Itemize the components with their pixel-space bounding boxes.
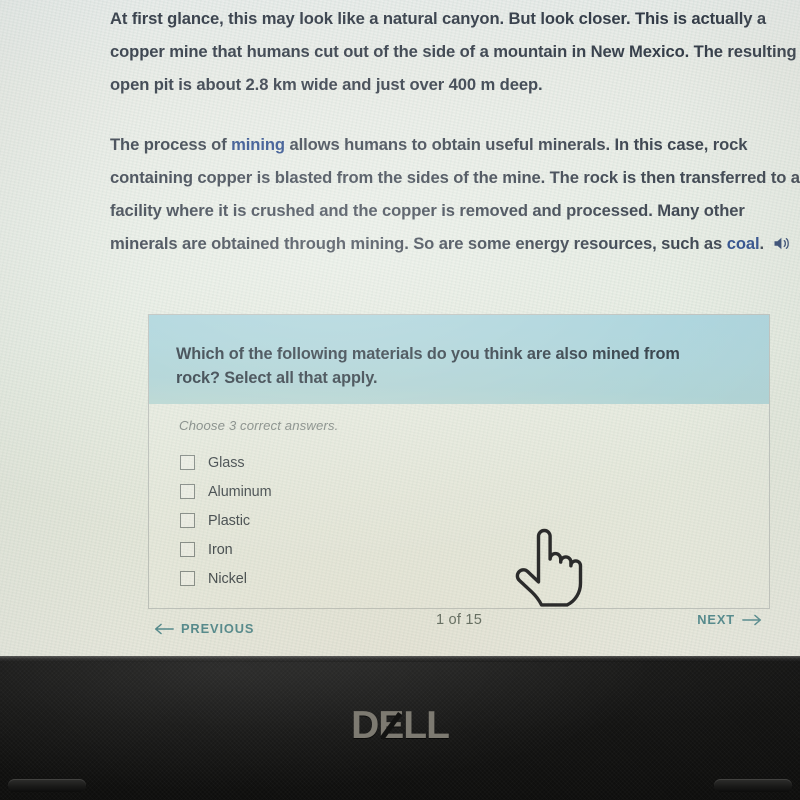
- answer-label-plastic: Plastic: [208, 512, 251, 529]
- answer-label-glass: Glass: [208, 454, 245, 471]
- glossary-link-mining[interactable]: mining: [231, 135, 285, 154]
- answer-option-aluminum[interactable]: Aluminum: [180, 477, 769, 506]
- answer-options-list: Glass Aluminum Plastic Iron Nickel: [180, 448, 769, 593]
- pointing-hand-cursor: [512, 524, 586, 608]
- question-prompt: Which of the following materials do you …: [176, 345, 680, 387]
- arrow-right-icon: [742, 613, 762, 627]
- article-text: At first glance, this may look like a na…: [110, 0, 800, 277]
- answer-label-nickel: Nickel: [208, 570, 247, 587]
- laptop-bezel: DELL: [0, 656, 800, 800]
- exercise-card-body: Choose 3 correct answers. Glass Aluminum…: [149, 404, 769, 608]
- dell-logo-e: E: [378, 704, 404, 747]
- answer-label-iron: Iron: [208, 541, 233, 558]
- answer-option-plastic[interactable]: Plastic: [180, 506, 769, 535]
- exercise-card-header: Which of the following materials do you …: [149, 315, 769, 404]
- article-paragraph-2: The process of mining allows humans to o…: [110, 128, 800, 260]
- exercise-navigation: PREVIOUS 1 of 15 NEXT: [148, 612, 770, 646]
- exercise-card: Which of the following materials do you …: [148, 314, 770, 609]
- answer-count-hint: Choose 3 correct answers.: [179, 418, 339, 433]
- article-paragraph-1: At first glance, this may look like a na…: [110, 9, 797, 94]
- checkbox-aluminum[interactable]: [180, 484, 195, 499]
- checkbox-nickel[interactable]: [180, 571, 195, 586]
- next-button-label: NEXT: [697, 612, 735, 627]
- answer-label-aluminum: Aluminum: [208, 483, 272, 500]
- checkbox-iron[interactable]: [180, 542, 195, 557]
- paragraph2-lead-text: The process of: [110, 135, 232, 154]
- glossary-link-coal[interactable]: coal: [727, 234, 760, 253]
- speaker-icon[interactable]: [773, 229, 791, 250]
- dell-brand-logo: DELL: [0, 704, 800, 748]
- screenshot-root: At first glance, this may look like a na…: [0, 0, 800, 800]
- answer-option-iron[interactable]: Iron: [180, 535, 769, 564]
- checkbox-glass[interactable]: [180, 455, 195, 470]
- answer-option-glass[interactable]: Glass: [180, 448, 769, 477]
- bezel-hinge-left: [8, 779, 86, 792]
- pagination-indicator: 1 of 15: [435, 612, 483, 628]
- bezel-hinge-right: [714, 779, 792, 792]
- dell-logo-ll: LL: [403, 704, 450, 747]
- laptop-screen: At first glance, this may look like a na…: [0, 0, 800, 660]
- paragraph2-period: .: [759, 234, 765, 253]
- checkbox-plastic[interactable]: [180, 513, 195, 528]
- next-button[interactable]: NEXT: [697, 612, 762, 627]
- answer-option-nickel[interactable]: Nickel: [180, 564, 769, 593]
- dell-logo-d: D: [351, 704, 379, 747]
